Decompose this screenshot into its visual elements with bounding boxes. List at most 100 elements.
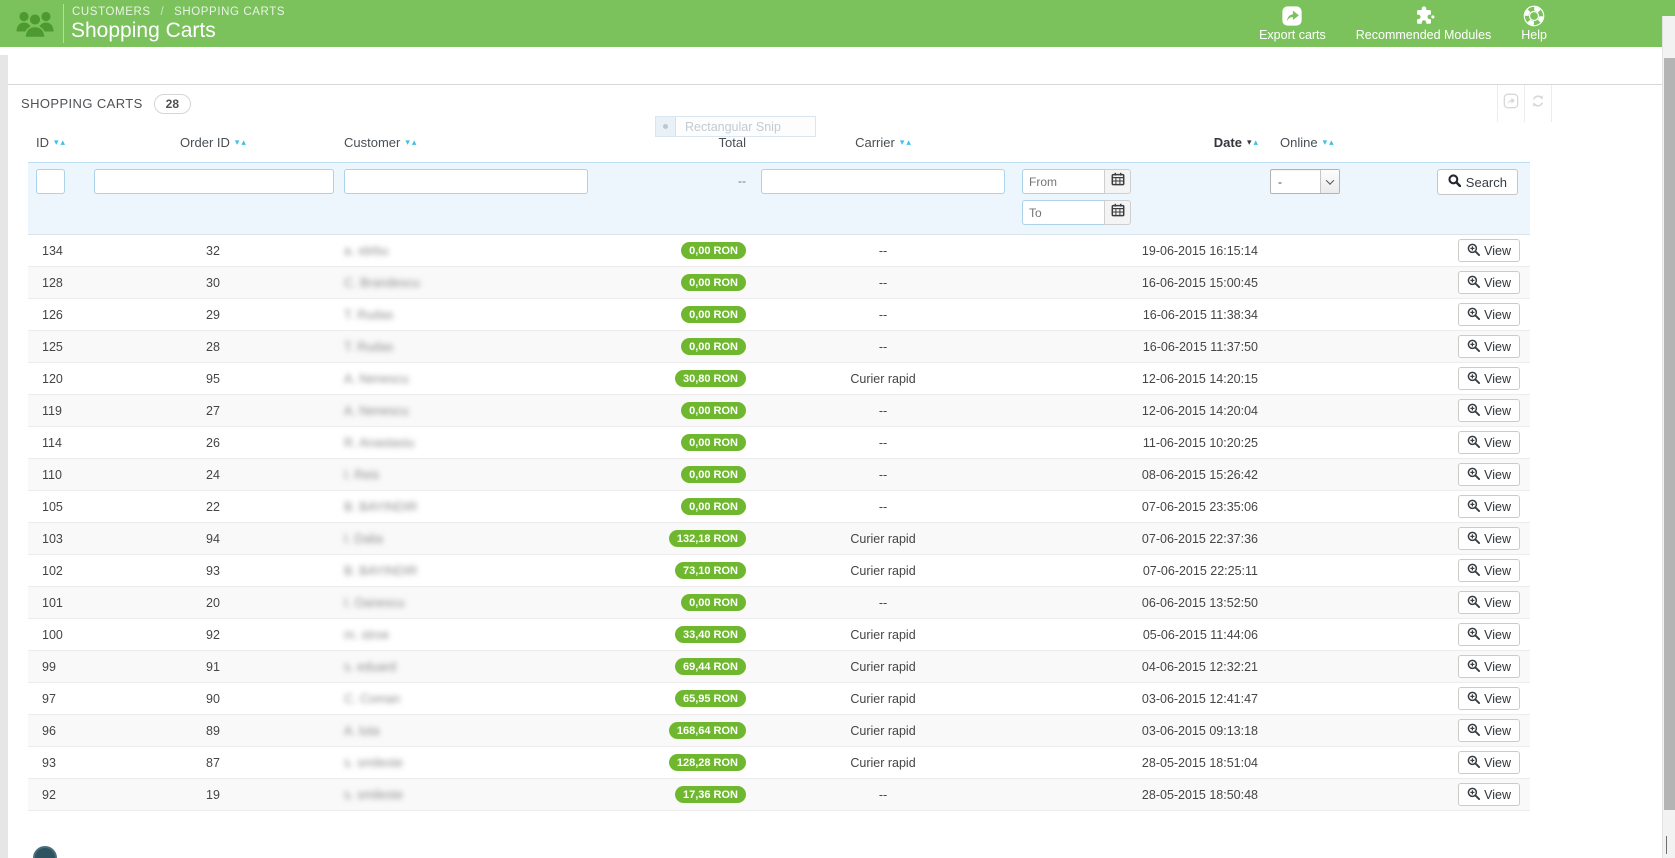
column-header-date[interactable]: Date ▾ ▴ xyxy=(1008,135,1270,150)
total-badge: 128,28 RON xyxy=(668,754,746,771)
view-button[interactable]: View xyxy=(1458,495,1520,518)
view-button[interactable]: View xyxy=(1458,623,1520,646)
view-button[interactable]: View xyxy=(1458,431,1520,454)
sort-asc-icon[interactable]: ▴ xyxy=(61,137,66,147)
sort-icons-customer[interactable]: ▾ ▴ xyxy=(405,137,417,147)
sort-icons-online[interactable]: ▾ ▴ xyxy=(1323,137,1334,147)
filter-date-from-input[interactable] xyxy=(1022,169,1104,194)
filter-carrier-input[interactable] xyxy=(761,169,1005,194)
view-button[interactable]: View xyxy=(1458,367,1520,390)
sort-desc-icon[interactable]: ▾ xyxy=(235,137,240,147)
sort-asc-icon[interactable]: ▴ xyxy=(906,137,911,147)
table-row: 103 94 I. Dalia 132,18 RON Curier rapid … xyxy=(28,523,1530,555)
zoom-in-icon xyxy=(1467,723,1481,739)
zoom-in-icon xyxy=(1467,595,1481,611)
date-from-picker-button[interactable] xyxy=(1104,169,1131,194)
panel-refresh-button[interactable] xyxy=(1524,85,1551,122)
view-button[interactable]: View xyxy=(1458,559,1520,582)
help-lifering-icon xyxy=(1523,5,1545,27)
table-row: 92 19 s. smileste 17,36 RON -- 28-05-201… xyxy=(28,779,1530,811)
customer-name-cell: T. Rudas xyxy=(338,308,596,322)
date-cell: 03-06-2015 12:41:47 xyxy=(1141,691,1258,706)
scrollbar-down-arrow[interactable] xyxy=(1666,836,1667,854)
order-id-cell: 19 xyxy=(206,787,220,802)
cart-id-cell: 125 xyxy=(42,339,63,354)
view-button[interactable]: View xyxy=(1458,463,1520,486)
main-content: SHOPPING CARTS 28 ID ▾ ▴ Order ID ▾ ▴ Cu… xyxy=(8,47,1662,858)
sort-icons-order[interactable]: ▾ ▴ xyxy=(235,137,246,147)
sort-asc-icon[interactable]: ▴ xyxy=(412,137,417,147)
view-button[interactable]: View xyxy=(1458,527,1520,550)
sort-icons-carrier[interactable]: ▾ ▴ xyxy=(900,137,911,147)
refresh-icon xyxy=(1530,93,1546,114)
help-button[interactable]: Help xyxy=(1521,0,1547,42)
zoom-in-icon xyxy=(1467,403,1481,419)
filter-order-id-input[interactable] xyxy=(94,169,334,194)
column-header-customer[interactable]: Customer ▾ ▴ xyxy=(338,135,596,150)
breadcrumb-separator: / xyxy=(160,6,165,18)
breadcrumb-shopping-carts[interactable]: SHOPPING CARTS xyxy=(174,6,285,18)
sort-desc-icon-active[interactable]: ▾ xyxy=(1247,137,1252,147)
actions-cell: View xyxy=(1380,623,1530,646)
order-id-cell: 29 xyxy=(206,307,220,322)
date-filter-group xyxy=(1022,169,1131,225)
view-button[interactable]: View xyxy=(1458,303,1520,326)
actions-cell: View xyxy=(1380,271,1530,294)
sort-icons-id[interactable]: ▾ ▴ xyxy=(54,137,66,147)
search-button[interactable]: Search xyxy=(1436,169,1518,195)
view-button-label: View xyxy=(1484,339,1511,354)
sort-icons-date[interactable]: ▾ ▴ xyxy=(1247,137,1258,147)
carrier-cell: -- xyxy=(878,467,888,482)
sort-desc-icon[interactable]: ▾ xyxy=(900,137,905,147)
carrier-cell: Curier rapid xyxy=(850,691,916,706)
filter-customer-input[interactable] xyxy=(344,169,588,194)
view-button[interactable]: View xyxy=(1458,687,1520,710)
vertical-scrollbar[interactable] xyxy=(1662,16,1675,858)
column-header-online[interactable]: Online ▾ ▴ xyxy=(1270,135,1380,150)
customer-name-cell: s. smileste xyxy=(338,756,596,770)
export-carts-button[interactable]: Export carts xyxy=(1259,0,1326,42)
sort-asc-icon[interactable]: ▴ xyxy=(1253,137,1258,147)
scrollbar-thumb[interactable] xyxy=(1664,58,1675,810)
total-cell: 0,00 RON xyxy=(596,498,758,515)
breadcrumb-customers[interactable]: CUSTOMERS xyxy=(72,6,151,18)
carrier-cell: -- xyxy=(878,307,888,322)
column-header-id[interactable]: ID ▾ ▴ xyxy=(28,135,88,150)
zoom-in-icon xyxy=(1467,435,1481,451)
table-row: 101 20 I. Oanescu 0,00 RON -- 06-06-2015… xyxy=(28,587,1530,619)
cart-id-cell: 134 xyxy=(42,243,63,258)
panel-toolbar xyxy=(1497,85,1552,122)
sort-asc-icon[interactable]: ▴ xyxy=(1329,137,1334,147)
sort-desc-icon[interactable]: ▾ xyxy=(54,137,59,147)
order-id-cell: 26 xyxy=(206,435,220,450)
total-badge: 0,00 RON xyxy=(681,274,746,291)
panel-export-button[interactable] xyxy=(1497,85,1524,122)
customer-name-blurred: a. stirbu xyxy=(344,243,389,258)
date-cell: 03-06-2015 09:13:18 xyxy=(1141,723,1258,738)
view-button[interactable]: View xyxy=(1458,719,1520,742)
column-header-order-id[interactable]: Order ID ▾ ▴ xyxy=(88,135,338,150)
snip-tooltip-label: Rectangular Snip xyxy=(685,119,781,134)
view-button[interactable]: View xyxy=(1458,655,1520,678)
customer-name-cell: B. BAYINDIR xyxy=(338,564,596,578)
filter-date-to-input[interactable] xyxy=(1022,200,1104,225)
sort-asc-icon[interactable]: ▴ xyxy=(241,137,246,147)
recommended-modules-button[interactable]: Recommended Modules xyxy=(1356,0,1491,42)
online-select-value: - xyxy=(1278,174,1282,189)
view-button[interactable]: View xyxy=(1458,399,1520,422)
sort-desc-icon[interactable]: ▾ xyxy=(1323,137,1328,147)
view-button[interactable]: View xyxy=(1458,591,1520,614)
date-to-picker-button[interactable] xyxy=(1104,200,1131,225)
view-button[interactable]: View xyxy=(1458,239,1520,262)
view-button[interactable]: View xyxy=(1458,751,1520,774)
view-button[interactable]: View xyxy=(1458,783,1520,806)
total-cell: 0,00 RON xyxy=(596,434,758,451)
view-button[interactable]: View xyxy=(1458,335,1520,358)
date-cell: 07-06-2015 23:35:06 xyxy=(1141,499,1258,514)
view-button[interactable]: View xyxy=(1458,271,1520,294)
filter-id-input[interactable] xyxy=(36,169,65,194)
sort-desc-icon[interactable]: ▾ xyxy=(405,137,410,147)
actions-cell: View xyxy=(1380,239,1530,262)
filter-online-select[interactable]: - xyxy=(1270,169,1340,194)
actions-cell: View xyxy=(1380,527,1530,550)
